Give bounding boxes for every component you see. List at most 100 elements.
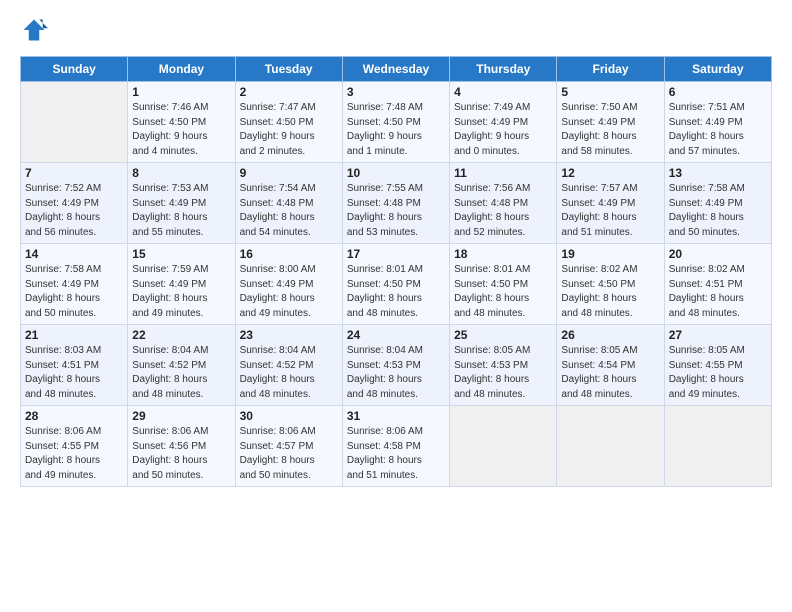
day-number: 11 [454,166,552,180]
day-number: 23 [240,328,338,342]
day-cell: 3Sunrise: 7:48 AM Sunset: 4:50 PM Daylig… [342,82,449,163]
day-cell: 17 Sunrise: 8:01 AM Sunset: 4:50 PM Dayli… [342,244,449,325]
day-number: 21 [25,328,123,342]
day-cell: 24Sunrise: 8:04 AM Sunset: 4:53 PM Dayli… [342,325,449,406]
day-info: Sunrise: 7:48 AM Sunset: 4:50 PM Dayligh… [347,101,445,159]
day-number: 8 [132,166,230,180]
day-cell: 30Sunrise: 8:06 AM Sunset: 4:57 PM Dayli… [235,406,342,487]
day-cell: 20 Sunrise: 8:02 AM Sunset: 4:51 PM Dayli… [664,244,771,325]
day-info: Sunrise: 7:47 AM Sunset: 4:50 PM Dayligh… [240,101,338,159]
day-cell: 7 Sunrise: 7:52 AM Sunset: 4:49 PM Daylig… [21,163,128,244]
day-number: 20 [669,247,767,261]
day-number: 15 [132,247,230,261]
day-cell: 23 Sunrise: 8:04 AM Sunset: 4:52 PM Dayli… [235,325,342,406]
day-info: Sunrise: 8:06 AM Sunset: 4:56 PM Dayligh… [132,425,230,483]
week-row-3: 14 Sunrise: 7:58 AM Sunset: 4:49 PM Dayli… [21,244,772,325]
day-cell: 4 Sunrise: 7:49 AM Sunset: 4:49 PM Daylig… [450,82,557,163]
day-info: Sunrise: 8:05 AM Sunset: 4:53 PM Dayligh… [454,344,552,402]
weekday-monday: Monday [128,57,235,82]
day-cell: 31 Sunrise: 8:06 AM Sunset: 4:58 PM Dayli… [342,406,449,487]
day-info: Sunrise: 7:55 AM Sunset: 4:48 PM Dayligh… [347,182,445,240]
day-cell: 5Sunrise: 7:50 AM Sunset: 4:49 PM Daylig… [557,82,664,163]
day-number: 29 [132,409,230,423]
day-number: 31 [347,409,445,423]
day-info: Sunrise: 8:01 AM Sunset: 4:50 PM Dayligh… [347,263,445,321]
day-cell: 15 Sunrise: 7:59 AM Sunset: 4:49 PM Dayli… [128,244,235,325]
day-cell: 9 Sunrise: 7:54 AM Sunset: 4:48 PM Daylig… [235,163,342,244]
day-info: Sunrise: 8:06 AM Sunset: 4:58 PM Dayligh… [347,425,445,483]
weekday-tuesday: Tuesday [235,57,342,82]
day-info: Sunrise: 8:02 AM Sunset: 4:50 PM Dayligh… [561,263,659,321]
day-cell: 16 Sunrise: 8:00 AM Sunset: 4:49 PM Dayli… [235,244,342,325]
weekday-wednesday: Wednesday [342,57,449,82]
day-cell: 27 Sunrise: 8:05 AM Sunset: 4:55 PM Dayli… [664,325,771,406]
weekday-header-row: SundayMondayTuesdayWednesdayThursdayFrid… [21,57,772,82]
day-cell [21,82,128,163]
day-cell [557,406,664,487]
day-info: Sunrise: 8:00 AM Sunset: 4:49 PM Dayligh… [240,263,338,321]
calendar-table: SundayMondayTuesdayWednesdayThursdayFrid… [20,56,772,487]
day-number: 4 [454,85,552,99]
day-number: 9 [240,166,338,180]
day-cell: 11 Sunrise: 7:56 AM Sunset: 4:48 PM Dayli… [450,163,557,244]
day-number: 17 [347,247,445,261]
weekday-thursday: Thursday [450,57,557,82]
day-cell: 21 Sunrise: 8:03 AM Sunset: 4:51 PM Dayli… [21,325,128,406]
week-row-5: 28 Sunrise: 8:06 AM Sunset: 4:55 PM Dayli… [21,406,772,487]
day-number: 22 [132,328,230,342]
day-number: 10 [347,166,445,180]
day-number: 7 [25,166,123,180]
weekday-sunday: Sunday [21,57,128,82]
day-info: Sunrise: 7:52 AM Sunset: 4:49 PM Dayligh… [25,182,123,240]
day-number: 25 [454,328,552,342]
day-info: Sunrise: 7:58 AM Sunset: 4:49 PM Dayligh… [25,263,123,321]
day-cell: 2 Sunrise: 7:47 AM Sunset: 4:50 PM Daylig… [235,82,342,163]
day-cell: 18Sunrise: 8:01 AM Sunset: 4:50 PM Dayli… [450,244,557,325]
day-cell: 14 Sunrise: 7:58 AM Sunset: 4:49 PM Dayli… [21,244,128,325]
day-number: 2 [240,85,338,99]
day-number: 30 [240,409,338,423]
day-number: 24 [347,328,445,342]
day-number: 1 [132,85,230,99]
weekday-saturday: Saturday [664,57,771,82]
day-cell: 6Sunrise: 7:51 AM Sunset: 4:49 PM Daylig… [664,82,771,163]
weekday-friday: Friday [557,57,664,82]
day-cell [664,406,771,487]
day-info: Sunrise: 8:04 AM Sunset: 4:52 PM Dayligh… [240,344,338,402]
day-cell: 12 Sunrise: 7:57 AM Sunset: 4:49 PM Dayli… [557,163,664,244]
day-info: Sunrise: 8:05 AM Sunset: 4:54 PM Dayligh… [561,344,659,402]
day-info: Sunrise: 7:49 AM Sunset: 4:49 PM Dayligh… [454,101,552,159]
day-info: Sunrise: 8:03 AM Sunset: 4:51 PM Dayligh… [25,344,123,402]
day-cell: 8 Sunrise: 7:53 AM Sunset: 4:49 PM Daylig… [128,163,235,244]
day-number: 26 [561,328,659,342]
day-info: Sunrise: 7:58 AM Sunset: 4:49 PM Dayligh… [669,182,767,240]
day-info: Sunrise: 7:53 AM Sunset: 4:49 PM Dayligh… [132,182,230,240]
day-info: Sunrise: 8:05 AM Sunset: 4:55 PM Dayligh… [669,344,767,402]
day-cell: 25 Sunrise: 8:05 AM Sunset: 4:53 PM Dayli… [450,325,557,406]
day-number: 16 [240,247,338,261]
day-cell: 29 Sunrise: 8:06 AM Sunset: 4:56 PM Dayli… [128,406,235,487]
day-cell: 13Sunrise: 7:58 AM Sunset: 4:49 PM Dayli… [664,163,771,244]
page: SundayMondayTuesdayWednesdayThursdayFrid… [0,0,792,612]
day-info: Sunrise: 7:57 AM Sunset: 4:49 PM Dayligh… [561,182,659,240]
day-number: 27 [669,328,767,342]
day-info: Sunrise: 8:02 AM Sunset: 4:51 PM Dayligh… [669,263,767,321]
week-row-1: 1Sunrise: 7:46 AM Sunset: 4:50 PM Daylig… [21,82,772,163]
day-info: Sunrise: 7:54 AM Sunset: 4:48 PM Dayligh… [240,182,338,240]
week-row-2: 7 Sunrise: 7:52 AM Sunset: 4:49 PM Daylig… [21,163,772,244]
header [20,16,772,44]
day-info: Sunrise: 7:59 AM Sunset: 4:49 PM Dayligh… [132,263,230,321]
day-info: Sunrise: 7:56 AM Sunset: 4:48 PM Dayligh… [454,182,552,240]
day-info: Sunrise: 8:06 AM Sunset: 4:55 PM Dayligh… [25,425,123,483]
day-cell: 10 Sunrise: 7:55 AM Sunset: 4:48 PM Dayli… [342,163,449,244]
logo [20,16,52,44]
day-number: 12 [561,166,659,180]
day-info: Sunrise: 7:51 AM Sunset: 4:49 PM Dayligh… [669,101,767,159]
day-info: Sunrise: 8:01 AM Sunset: 4:50 PM Dayligh… [454,263,552,321]
logo-icon [20,16,48,44]
day-cell: 22Sunrise: 8:04 AM Sunset: 4:52 PM Dayli… [128,325,235,406]
day-number: 28 [25,409,123,423]
day-cell [450,406,557,487]
day-number: 14 [25,247,123,261]
day-number: 19 [561,247,659,261]
